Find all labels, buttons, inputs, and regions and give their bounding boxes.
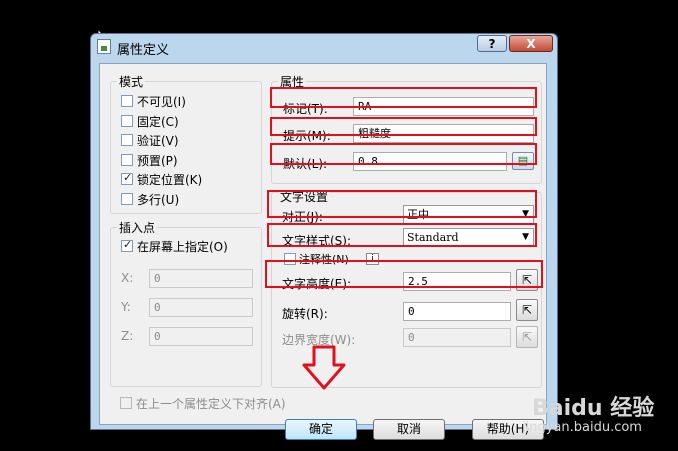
constant-checkbox[interactable] [121, 114, 133, 127]
invisible-label: 不可见(I) [137, 95, 186, 109]
verify-checkbox[interactable] [121, 134, 133, 146]
preset-label: 预置(P) [137, 153, 178, 168]
title-help-button[interactable]: ? [477, 35, 507, 52]
mode-group-label: 模式 [117, 73, 146, 90]
pick-rotation-icon[interactable]: ⇱ [516, 299, 538, 321]
lock-position-checkbox[interactable] [121, 171, 133, 185]
close-button[interactable]: X [509, 35, 553, 52]
boundary-width-input[interactable]: 0 [403, 328, 511, 347]
align-below-checkbox[interactable] [120, 397, 132, 409]
multiline-checkbox[interactable] [121, 192, 133, 205]
y-label: Y: [121, 300, 131, 314]
y-coordinate-field[interactable]: 0 [149, 298, 253, 317]
watermark-brand: Baidu 经验 [532, 396, 655, 421]
rotation-label: 旋转(R): [282, 307, 328, 321]
specify-on-screen-label: 在屏幕上指定(O) [137, 240, 228, 254]
multiline-label: 多行(U) [137, 192, 180, 207]
invisible-checkbox[interactable] [121, 95, 133, 107]
preset-checkbox[interactable] [121, 153, 133, 166]
x-label: X: [121, 271, 134, 285]
title-bar: 属性定义 ? X [91, 34, 557, 60]
lock-position-label: 锁定位置(K) [137, 173, 203, 187]
insertion-point-label: 插入点 [117, 219, 158, 236]
constant-label: 固定(C) [137, 114, 179, 129]
highlight-tag [270, 87, 537, 108]
down-arrow-icon [302, 345, 346, 390]
highlight-prompt [270, 117, 537, 136]
highlight-default [270, 143, 537, 165]
highlight-justify [267, 190, 537, 218]
highlight-text-style [267, 223, 537, 247]
z-coordinate-field[interactable]: 0 [149, 327, 253, 346]
dialog-title: 属性定义 [117, 43, 170, 58]
mode-group: 模式 不可见(I) 固定(C) 验证(V) 预置(P) 锁定位置(K) 多行(U) [110, 73, 262, 214]
specify-on-screen-checkbox[interactable] [121, 238, 133, 252]
verify-label: 验证(V) [137, 134, 179, 148]
insertion-point-group: 插入点 在屏幕上指定(O) X: 0 Y: 0 Z: 0 [110, 219, 262, 387]
highlight-text-height [265, 260, 543, 288]
pick-boundary-icon[interactable]: ⇱ [516, 326, 538, 348]
rotation-input[interactable]: 0 [403, 302, 511, 321]
cancel-button[interactable]: 取消 [373, 419, 445, 440]
x-coordinate-field[interactable]: 0 [149, 269, 253, 288]
app-icon [97, 39, 111, 54]
ok-button[interactable]: 确定 [285, 419, 357, 440]
align-below-label: 在上一个属性定义下对齐(A) [136, 397, 286, 411]
watermark-site: jingyan.baidu.com [522, 420, 642, 435]
z-label: Z: [121, 329, 134, 343]
